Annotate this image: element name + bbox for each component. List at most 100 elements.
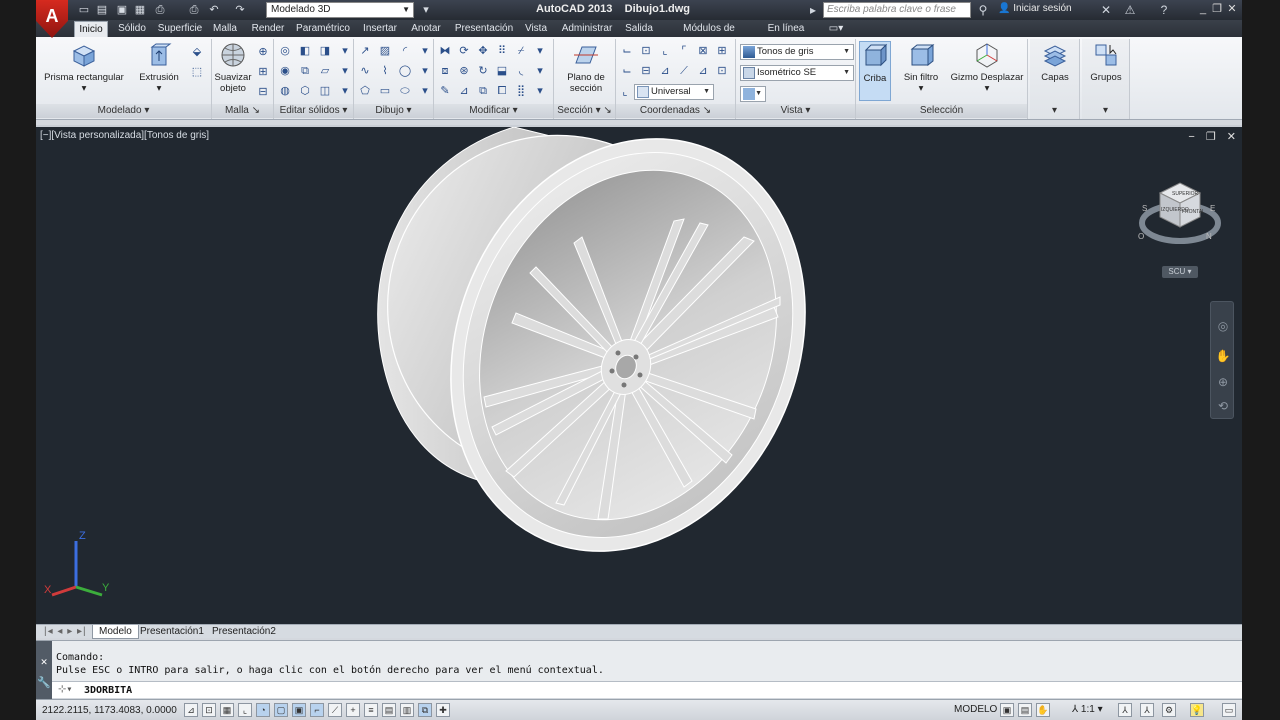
more-icon[interactable]: ▾: [416, 42, 434, 60]
command-input[interactable]: ⊹▾ 3DORBITA: [52, 681, 1242, 698]
panel-title-seleccion[interactable]: Selección: [856, 104, 1027, 118]
close-icon[interactable]: ✕: [1225, 2, 1239, 16]
ucs-x-icon[interactable]: ⊠: [694, 42, 712, 60]
more-icon[interactable]: ▾: [336, 62, 354, 80]
workspace-switch-icon[interactable]: ⚙: [1162, 703, 1176, 717]
ucs-select[interactable]: Universal ▼: [634, 84, 714, 100]
viewport-config-select[interactable]: ▼: [740, 86, 766, 102]
view-select[interactable]: Isométrico SE ▼: [740, 65, 854, 81]
fillet-edge-icon[interactable]: ◫: [316, 82, 334, 100]
shell-icon[interactable]: ▱: [316, 62, 334, 80]
pan-hand-icon[interactable]: ✋: [1215, 348, 1231, 364]
extrusion-button[interactable]: Extrusión ▾: [134, 41, 184, 94]
trim-icon[interactable]: ⌿: [512, 42, 530, 60]
panel-title-coordenadas[interactable]: Coordenadas ↘: [616, 104, 735, 118]
tab-modelo[interactable]: Modelo: [92, 625, 139, 639]
open-icon[interactable]: ▤: [94, 2, 110, 18]
offset-icon[interactable]: ⧠: [493, 82, 511, 100]
ucs-icon[interactable]: ⌙: [618, 42, 636, 60]
3d-object-snap-icon[interactable]: ▣: [292, 703, 306, 717]
polyline-icon[interactable]: ⌇: [376, 62, 394, 80]
annotation-scale[interactable]: ⅄ 1:1 ▾: [1072, 704, 1103, 715]
clean-screen-icon[interactable]: ▭: [1222, 703, 1236, 717]
pan-icon[interactable]: ✋: [1036, 703, 1050, 717]
intersect-icon[interactable]: ◍: [276, 82, 294, 100]
search-input[interactable]: Escriba palabra clave o frase: [823, 2, 971, 18]
grupos-expand-icon[interactable]: ▾: [1082, 104, 1129, 118]
tab-presentacion[interactable]: Presentación: [452, 21, 516, 37]
auto-scale-icon[interactable]: ⅄: [1140, 703, 1154, 717]
viewcube[interactable]: SUPERIOR IZQUIERDO FRONTAL O N E S: [1134, 171, 1224, 251]
ucs-face-icon[interactable]: ⊞: [713, 42, 731, 60]
prisma-rectangular-button[interactable]: Prisma rectangular ▾: [42, 41, 126, 94]
mesh-smooth-less-icon[interactable]: ⊟: [254, 83, 272, 101]
line-icon[interactable]: ↗: [356, 42, 374, 60]
ucs-3point-icon[interactable]: ⌜: [675, 42, 693, 60]
ribbon-minimize-icon[interactable]: ▭▾: [826, 21, 846, 37]
quick-properties-icon[interactable]: ▥: [400, 703, 414, 717]
plano-seccion-button[interactable]: Plano de sección: [558, 41, 614, 94]
mirror-3d-icon[interactable]: ⧓: [436, 42, 454, 60]
ucs-previous-icon[interactable]: ⌙: [618, 62, 636, 80]
drawing-viewport[interactable]: [−][Vista personalizada][Tonos de gris] …: [36, 125, 1242, 624]
help-icon[interactable]: ?: [1156, 2, 1172, 18]
object-snap-tracking-icon[interactable]: ⌐: [310, 703, 324, 717]
tab-parametrico[interactable]: Paramétrico: [294, 21, 352, 37]
match-properties-icon[interactable]: ✎: [436, 82, 454, 100]
capas-button[interactable]: Capas: [1036, 41, 1074, 83]
tab-presentacion2[interactable]: Presentación2: [206, 625, 282, 639]
ortho-mode-icon[interactable]: ⌞: [238, 703, 252, 717]
panel-title-editar-solidos[interactable]: Editar sólidos ▾: [274, 104, 353, 118]
minimize-icon[interactable]: _: [1196, 2, 1210, 16]
ucs-world-icon[interactable]: ⊡: [637, 42, 655, 60]
more-icon[interactable]: ▾: [416, 82, 434, 100]
close-icon[interactable]: ✕: [36, 655, 52, 668]
transparency-icon[interactable]: ▤: [382, 703, 396, 717]
rotate-icon[interactable]: ↻: [474, 62, 492, 80]
copy-icon[interactable]: ⧉: [474, 82, 492, 100]
steering-wheel-icon[interactable]: ◎: [1215, 318, 1231, 334]
layout-nav-arrows[interactable]: |◂ ◂ ▸ ▸|: [38, 625, 93, 639]
new-icon[interactable]: ▭: [76, 2, 92, 18]
mesh-smooth-more-icon[interactable]: ⊞: [254, 63, 272, 81]
tab-anotar[interactable]: Anotar: [408, 21, 444, 37]
more-icon[interactable]: ▾: [416, 62, 434, 80]
stretch-icon[interactable]: ⬓: [493, 62, 511, 80]
more-icon[interactable]: ▾: [531, 82, 549, 100]
hatch-icon[interactable]: ▨: [376, 42, 394, 60]
tab-malla[interactable]: Malla: [210, 21, 240, 37]
ucs-object-icon[interactable]: ⊿: [694, 62, 712, 80]
tab-render[interactable]: Render: [248, 21, 288, 37]
spline-icon[interactable]: ∿: [356, 62, 374, 80]
selection-cycling-icon[interactable]: ⧉: [418, 703, 432, 717]
mesh-refine-icon[interactable]: ⊕: [254, 43, 272, 61]
tab-administrar[interactable]: Administrar: [560, 21, 614, 37]
grid-display-icon[interactable]: ▦: [220, 703, 234, 717]
restore-icon[interactable]: ❐: [1210, 2, 1224, 16]
ucs-origin-icon[interactable]: ⌞: [656, 42, 674, 60]
warning-icon[interactable]: ⚠: [1122, 2, 1138, 18]
ucs-named-icon[interactable]: ⊡: [713, 62, 731, 80]
tab-solido[interactable]: Sólido: [116, 21, 148, 37]
wrench-icon[interactable]: 🔧: [36, 676, 52, 689]
scale-icon[interactable]: ⊛: [455, 62, 473, 80]
polar-tracking-icon[interactable]: ◔: [256, 703, 270, 717]
allow-ucs-icon[interactable]: ⟋: [328, 703, 342, 717]
ucs-list-icon[interactable]: ⌞: [616, 83, 634, 101]
ellipse-icon[interactable]: ⬭: [396, 82, 414, 100]
lineweight-icon[interactable]: ≡: [364, 703, 378, 717]
rotate-3d-icon[interactable]: ⟳: [455, 42, 473, 60]
extract-edges-icon[interactable]: ◧: [296, 42, 314, 60]
workspace-select[interactable]: Modelado 3D ▼: [266, 2, 414, 18]
imprint-icon[interactable]: ◨: [316, 42, 334, 60]
infer-constraints-icon[interactable]: ⊿: [184, 703, 198, 717]
presspull-icon[interactable]: ⬚: [188, 63, 206, 81]
more-icon[interactable]: ▾: [336, 82, 354, 100]
measure-icon[interactable]: ⊿: [455, 82, 473, 100]
more-icon[interactable]: ▾: [531, 62, 549, 80]
more-icon[interactable]: ▾: [336, 42, 354, 60]
model-space-toggle[interactable]: MODELO: [954, 704, 997, 715]
fillet-icon[interactable]: ◟: [512, 62, 530, 80]
polysolid-icon[interactable]: ⬙: [188, 43, 206, 61]
panel-title-seccion[interactable]: Sección ▾ ↘: [554, 104, 615, 118]
